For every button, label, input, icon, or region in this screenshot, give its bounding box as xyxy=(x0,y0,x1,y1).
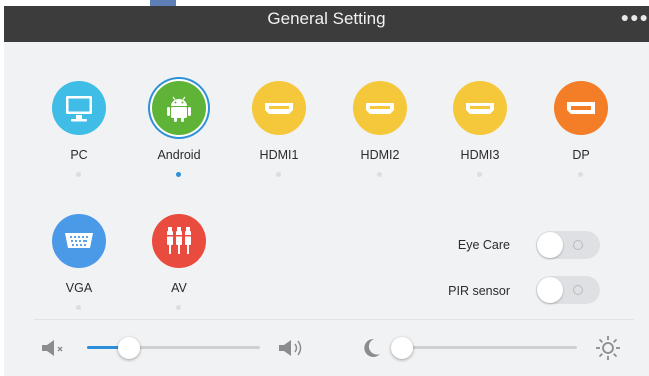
moon-icon[interactable] xyxy=(359,336,383,360)
source-label: DP xyxy=(572,148,590,162)
hdmi-icon xyxy=(252,81,306,135)
speaker-mute-icon[interactable] xyxy=(40,338,68,358)
brightness-slider-thumb[interactable] xyxy=(391,337,413,359)
vga-icon xyxy=(52,214,106,268)
source-label: HDMI1 xyxy=(259,148,299,162)
source-indicator-active xyxy=(176,172,181,177)
source-label: AV xyxy=(171,281,187,295)
page-title: General Setting xyxy=(267,9,386,28)
hdmi-icon xyxy=(453,81,507,135)
title-bar: General Setting ●●● xyxy=(4,6,649,42)
hdmi-icon xyxy=(353,81,407,135)
pir-sensor-label: PIR sensor xyxy=(448,284,510,298)
pir-sensor-toggle[interactable] xyxy=(536,276,600,304)
brightness-slider-track[interactable] xyxy=(402,346,577,349)
source-indicator xyxy=(276,172,281,177)
source-label: HDMI2 xyxy=(360,148,400,162)
speaker-loud-icon[interactable] xyxy=(277,337,307,359)
source-indicator xyxy=(76,305,81,310)
source-indicator xyxy=(578,172,583,177)
volume-slider-thumb[interactable] xyxy=(118,337,140,359)
source-indicator xyxy=(76,172,81,177)
divider xyxy=(34,319,634,320)
source-label: VGA xyxy=(65,281,93,295)
source-indicator xyxy=(377,172,382,177)
eye-care-label: Eye Care xyxy=(457,238,510,252)
av-rca-icon xyxy=(152,214,206,268)
displayport-icon xyxy=(554,81,608,135)
eye-care-toggle[interactable] xyxy=(536,231,600,259)
source-indicator xyxy=(477,172,482,177)
toggle-knob xyxy=(537,232,563,258)
source-label: Android xyxy=(157,148,201,162)
source-label: HDMI3 xyxy=(460,148,500,162)
settings-panel: PC Android HDMI1 HDMI2 HDMI3 DP VGA AV E… xyxy=(4,42,649,376)
toggle-knob xyxy=(537,277,563,303)
monitor-icon xyxy=(52,81,106,135)
more-dots-icon[interactable]: ●●● xyxy=(621,9,649,25)
source-label: PC xyxy=(70,148,88,162)
toggle-off-icon xyxy=(573,240,583,250)
toggle-off-icon xyxy=(573,285,583,295)
android-icon xyxy=(152,81,206,135)
sun-icon[interactable] xyxy=(594,334,622,362)
source-indicator xyxy=(176,305,181,310)
